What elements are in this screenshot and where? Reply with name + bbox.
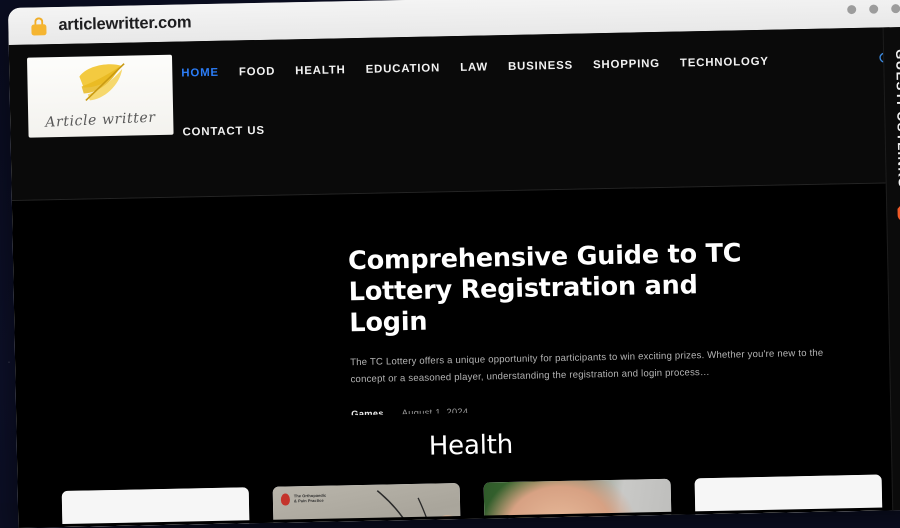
nav-row-secondary: CONTACT US	[182, 112, 898, 138]
hero-post-excerpt: The TC Lottery offers a unique opportuni…	[350, 346, 831, 389]
nav-item-technology[interactable]: TECHNOLOGY	[680, 55, 769, 69]
nav-item-contact-us[interactable]: CONTACT US	[182, 125, 265, 139]
logo-wordmark: Article writter	[45, 110, 156, 131]
health-card-3[interactable]	[484, 479, 673, 528]
health-section-heading: Health	[17, 422, 900, 470]
window-dot-2[interactable]	[869, 5, 878, 14]
nav-item-food[interactable]: FOOD	[239, 65, 276, 78]
hero-post-title[interactable]: Comprehensive Guide to TC Lottery Regist…	[348, 238, 750, 339]
hero-featured-post: Comprehensive Guide to TC Lottery Regist…	[12, 182, 900, 422]
health-card-4[interactable]	[695, 475, 884, 528]
browser-window: articlewritter.com Article writter H	[8, 0, 900, 528]
window-dot-3[interactable]	[891, 4, 900, 13]
card-thumbnail	[695, 475, 884, 528]
nav-item-law[interactable]: LAW	[460, 61, 488, 74]
nav-item-health[interactable]: HEALTH	[295, 64, 346, 77]
nav-item-shopping[interactable]: SHOPPING	[593, 57, 660, 70]
guestpostlinks-label: GUESTPOSTLINKS	[893, 49, 900, 188]
padlock-icon	[30, 16, 47, 36]
quill-feather-icon	[69, 60, 132, 109]
chain-link-icon	[894, 197, 900, 223]
address-bar-url[interactable]: articlewritter.com	[58, 13, 191, 35]
card-thumbnail	[484, 479, 673, 528]
page-viewport: Article writter HOME FOOD HEALTH EDUCATI…	[9, 27, 900, 528]
health-card-grid: The Orthopaedic & Pain Practice	[18, 474, 900, 528]
primary-navigation: HOME FOOD HEALTH EDUCATION LAW BUSINESS …	[181, 27, 900, 196]
site-header: Article writter HOME FOOD HEALTH EDUCATI…	[9, 27, 900, 200]
nav-item-home[interactable]: HOME	[181, 66, 219, 79]
nav-row-main: HOME FOOD HEALTH EDUCATION LAW BUSINESS …	[181, 51, 897, 80]
window-dot-1[interactable]	[847, 5, 856, 14]
nav-item-education[interactable]: EDUCATION	[366, 62, 441, 75]
site-logo[interactable]: Article writter	[27, 55, 174, 138]
window-controls[interactable]	[847, 4, 900, 14]
nav-item-business[interactable]: BUSINESS	[508, 59, 573, 72]
